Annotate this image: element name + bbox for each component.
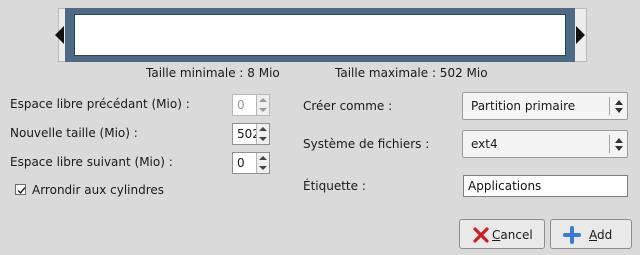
label-field-label: Étiquette : bbox=[303, 179, 366, 193]
spin-down-icon[interactable] bbox=[259, 166, 267, 170]
spin-down-icon[interactable] bbox=[259, 137, 267, 141]
filesystem-value: ext4 bbox=[471, 137, 498, 151]
label-input[interactable] bbox=[463, 175, 628, 197]
spin-up-icon[interactable] bbox=[259, 127, 267, 131]
right-resize-handle-icon[interactable] bbox=[576, 26, 585, 44]
create-as-combo[interactable]: Partition primaire bbox=[462, 92, 628, 120]
new-size-spin-arrows[interactable] bbox=[256, 124, 269, 144]
free-after-label: Espace libre suivant (Mio) : bbox=[10, 155, 173, 169]
free-before-value: 0 bbox=[237, 98, 245, 112]
spin-up-icon[interactable] bbox=[259, 156, 267, 160]
round-cylinders-label[interactable]: Arrondir aux cylindres bbox=[32, 183, 164, 197]
cancel-icon bbox=[473, 227, 489, 243]
combo-separator bbox=[609, 97, 610, 115]
round-cylinders-checkbox[interactable] bbox=[15, 184, 26, 195]
combo-up-arrow-icon bbox=[615, 100, 623, 105]
free-after-spinner[interactable]: 0 bbox=[232, 152, 270, 174]
combo-down-arrow-icon bbox=[615, 146, 623, 151]
add-button[interactable]: Add bbox=[550, 219, 632, 249]
partition-size-area[interactable] bbox=[74, 14, 566, 56]
create-as-label: Créer comme : bbox=[303, 99, 393, 113]
combo-separator bbox=[609, 135, 610, 153]
add-icon bbox=[563, 226, 581, 244]
new-size-label: Nouvelle taille (Mio) : bbox=[10, 126, 138, 140]
min-size-label: Taille minimale : 8 Mio bbox=[146, 66, 280, 80]
filesystem-label: Système de fichiers : bbox=[303, 137, 430, 151]
combo-up-arrow-icon bbox=[615, 138, 623, 143]
combo-down-arrow-icon bbox=[615, 108, 623, 113]
left-resize-handle-icon[interactable] bbox=[55, 26, 64, 44]
add-button-label: dd bbox=[597, 228, 613, 242]
free-before-spin-arrows[interactable] bbox=[256, 95, 269, 115]
new-size-spinner[interactable]: 502 bbox=[232, 123, 270, 145]
cancel-button[interactable]: Cancel bbox=[459, 219, 545, 249]
free-after-spin-arrows[interactable] bbox=[256, 153, 269, 173]
filesystem-combo[interactable]: ext4 bbox=[462, 130, 628, 158]
add-mnemonic: A bbox=[589, 228, 597, 242]
max-size-label: Taille maximale : 502 Mio bbox=[335, 66, 488, 80]
spin-up-icon[interactable] bbox=[259, 98, 267, 102]
free-before-label: Espace libre précédant (Mio) : bbox=[10, 97, 190, 111]
spin-down-icon[interactable] bbox=[259, 108, 267, 112]
create-as-value: Partition primaire bbox=[471, 99, 576, 113]
free-after-value: 0 bbox=[237, 156, 245, 170]
checkmark-icon bbox=[17, 187, 26, 195]
free-before-spinner[interactable]: 0 bbox=[232, 94, 270, 116]
cancel-button-label: ancel bbox=[500, 228, 533, 242]
